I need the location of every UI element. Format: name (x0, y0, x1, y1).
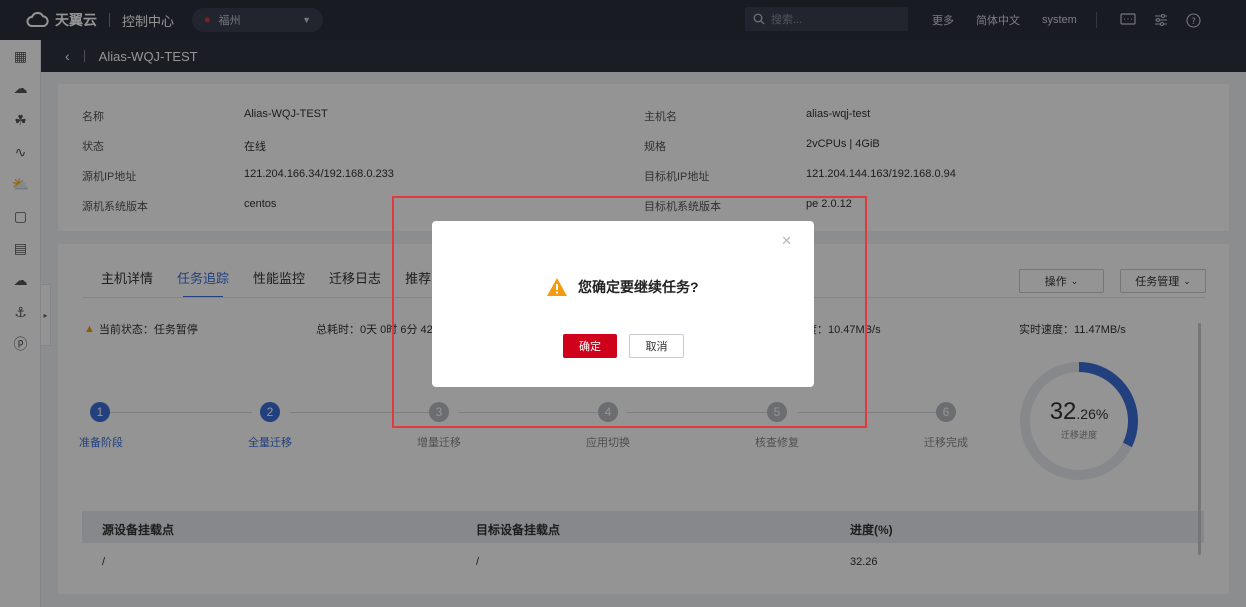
highlight-box (392, 196, 867, 428)
